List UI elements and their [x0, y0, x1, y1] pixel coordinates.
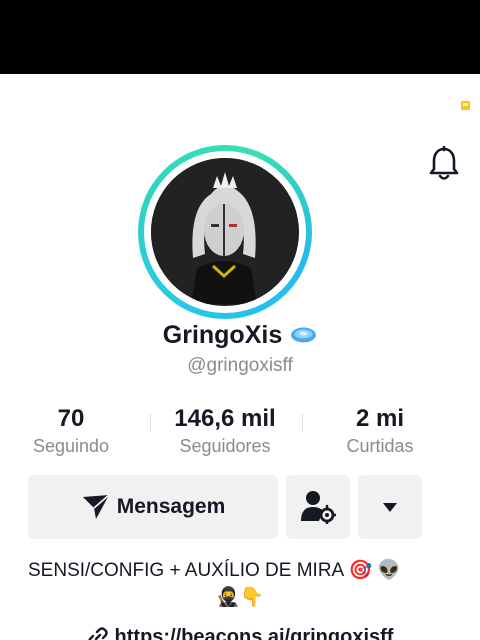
stat-label: Seguindo: [32, 436, 110, 456]
profile-name-row: GringoXis: [0, 318, 480, 352]
message-button[interactable]: Mensagem: [28, 475, 278, 539]
stat-value: 70: [57, 405, 85, 432]
caret-down-icon: [383, 503, 397, 512]
stat-followers[interactable]: 146,6 mil Seguidores: [155, 404, 295, 458]
profile-bio: SENSI/CONFIG + AUXÍLIO DE MIRA 🎯 👽: [28, 560, 402, 581]
profile-link-text: https://beacons.ai/gringoxisff: [114, 625, 394, 640]
stat-label: Curtidas: [346, 436, 414, 456]
avatar-illustration: [151, 158, 297, 304]
message-button-label: Mensagem: [116, 495, 226, 518]
send-icon: [82, 494, 110, 519]
bell-icon: [429, 146, 459, 180]
more-options-button[interactable]: [358, 475, 422, 539]
stat-label: Seguidores: [179, 436, 271, 456]
stat-following[interactable]: 70 Seguindo: [1, 404, 141, 458]
stat-value: 146,6 mil: [174, 405, 276, 432]
avatar-story-ring[interactable]: [138, 145, 312, 319]
add-friend-button[interactable]: [286, 475, 350, 539]
profile-handle: @gringoxisff: [187, 355, 293, 376]
user-settings-icon: [301, 491, 336, 524]
bookmark-icon: [461, 101, 470, 110]
stat-divider: [150, 414, 151, 432]
link-icon: [88, 627, 108, 640]
status-bar: [0, 0, 480, 74]
disc-badge-icon: [291, 327, 317, 343]
profile-bio-line2: 🥷👇: [216, 587, 264, 608]
profile-link[interactable]: https://beacons.ai/gringoxisff: [0, 622, 480, 640]
stat-divider: [302, 414, 303, 432]
stat-value: 2 mi: [355, 405, 405, 432]
profile-name: GringoXis: [162, 320, 283, 349]
notification-button[interactable]: [424, 144, 464, 184]
stat-likes[interactable]: 2 mi Curtidas: [310, 404, 450, 458]
avatar: [151, 158, 299, 306]
